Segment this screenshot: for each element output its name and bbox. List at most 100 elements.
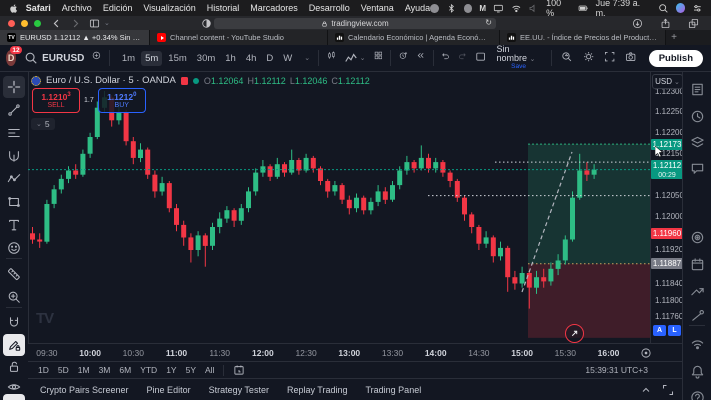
forward-button[interactable] bbox=[70, 18, 81, 29]
timeframe-5m[interactable]: 5m bbox=[141, 51, 162, 66]
browser-tab-2[interactable]: Channel content - YouTube Studio bbox=[150, 30, 328, 45]
go-to-realtime-icon[interactable] bbox=[640, 347, 652, 359]
timeframe-30m[interactable]: 30m bbox=[193, 51, 219, 66]
wifi-icon[interactable] bbox=[511, 3, 522, 14]
range-5d[interactable]: 5D bbox=[58, 365, 69, 375]
calendar-icon[interactable] bbox=[688, 255, 706, 273]
control-center-icon[interactable] bbox=[692, 3, 703, 14]
range-1y[interactable]: 1Y bbox=[166, 365, 176, 375]
fullscreen-icon[interactable] bbox=[604, 51, 615, 65]
layers-icon[interactable] bbox=[688, 133, 706, 151]
display-icon[interactable] bbox=[493, 3, 504, 14]
range-ytd[interactable]: YTD bbox=[140, 365, 157, 375]
browser-tab-1[interactable]: TVEURUSD 1.12112 ▲ +0.34% Sin nombre bbox=[0, 30, 150, 45]
footer-tab-pine-editor[interactable]: Pine Editor bbox=[147, 385, 191, 395]
buy-button[interactable]: 1.12120 BUY bbox=[98, 88, 146, 113]
timeframe-chevron-icon[interactable]: ⌄ bbox=[304, 54, 310, 62]
minimize-window-button[interactable] bbox=[21, 20, 28, 27]
symbol-title[interactable]: Euro / U.S. Dollar · 5 · OANDA bbox=[46, 75, 176, 86]
chart-pane[interactable]: Euro / U.S. Dollar · 5 · OANDA O1.12064H… bbox=[28, 72, 650, 343]
forecast-icon[interactable] bbox=[688, 306, 706, 324]
help-icon[interactable] bbox=[688, 388, 706, 400]
hotlists-icon[interactable] bbox=[688, 228, 706, 246]
range-3m[interactable]: 3M bbox=[99, 365, 111, 375]
app-status-icon-2[interactable] bbox=[464, 4, 473, 13]
menu-item-ayuda[interactable]: Ayuda bbox=[405, 3, 430, 13]
lock-all-tool[interactable] bbox=[3, 356, 25, 378]
time-axis[interactable]: 09:3010:0010:3011:0011:3012:0012:3013:00… bbox=[28, 343, 682, 362]
pattern-tool[interactable] bbox=[3, 168, 25, 190]
magnet-tool[interactable] bbox=[3, 312, 25, 334]
footer-tab-strategy-tester[interactable]: Strategy Tester bbox=[209, 385, 269, 395]
menu-item-marcadores[interactable]: Marcadores bbox=[250, 3, 298, 13]
price-badge-order[interactable]: 1.11960 bbox=[651, 228, 683, 239]
siri-icon[interactable] bbox=[676, 3, 686, 13]
apple-menu-icon[interactable] bbox=[8, 3, 19, 14]
layout-name-menu[interactable]: Sin nombre ⌄ Save bbox=[497, 45, 541, 71]
indicator-collapsed-row[interactable]: ⌄ 5 bbox=[31, 118, 55, 130]
range-1m[interactable]: 1M bbox=[78, 365, 90, 375]
range-6m[interactable]: 6M bbox=[119, 365, 131, 375]
alert-add-icon[interactable] bbox=[399, 51, 408, 65]
ruler-tool[interactable] bbox=[3, 263, 25, 285]
emoji-tool[interactable] bbox=[3, 237, 25, 259]
reload-icon[interactable]: ↻ bbox=[485, 18, 492, 27]
range-all[interactable]: All bbox=[205, 365, 214, 375]
save-layout-link[interactable]: Save bbox=[511, 64, 526, 71]
close-window-button[interactable] bbox=[8, 20, 15, 27]
sidebar-chevron-icon[interactable]: ⌄ bbox=[104, 19, 110, 27]
watchlist-icon[interactable] bbox=[688, 80, 706, 98]
footer-tab-trading-panel[interactable]: Trading Panel bbox=[366, 385, 422, 395]
menu-item-ventana[interactable]: Ventana bbox=[361, 3, 394, 13]
menu-item-historial[interactable]: Historial bbox=[207, 3, 240, 13]
tab-overview-icon[interactable] bbox=[688, 18, 699, 29]
layout-thumbnail-icon[interactable] bbox=[475, 51, 486, 65]
alerts-icon[interactable] bbox=[688, 107, 706, 125]
malwarebytes-icon[interactable]: M bbox=[479, 4, 486, 13]
timeframe-1m[interactable]: 1m bbox=[118, 51, 139, 66]
volume-icon[interactable] bbox=[528, 3, 539, 14]
address-bar[interactable]: tradingview.com ↻ bbox=[214, 18, 496, 29]
timeframe-W[interactable]: W bbox=[279, 51, 296, 66]
timeframe-D[interactable]: D bbox=[262, 51, 277, 66]
bluetooth-icon[interactable] bbox=[446, 3, 457, 14]
trend-line-tool[interactable] bbox=[3, 99, 25, 121]
timeframe-15m[interactable]: 15m bbox=[164, 51, 190, 66]
symbol-search-button[interactable]: EURUSD bbox=[24, 51, 84, 65]
compare-add-icon[interactable] bbox=[92, 51, 101, 65]
new-tab-button[interactable]: + bbox=[666, 30, 682, 45]
panel-collapse-chevron-icon[interactable] bbox=[640, 384, 652, 396]
ideas-icon[interactable] bbox=[688, 281, 706, 299]
menu-item-archivo[interactable]: Archivo bbox=[62, 3, 92, 13]
object-link-tool[interactable] bbox=[3, 394, 25, 400]
snapshot-camera-icon[interactable] bbox=[625, 51, 636, 65]
auto-scale-button[interactable]: A bbox=[653, 325, 666, 336]
panel-maximize-icon[interactable] bbox=[662, 384, 674, 396]
browser-tab-3[interactable]: Calendario Económico | Agenda Económica … bbox=[328, 30, 500, 45]
menu-item-visualización[interactable]: Visualización bbox=[143, 3, 195, 13]
redo-icon[interactable] bbox=[458, 51, 467, 65]
log-scale-button[interactable]: L bbox=[668, 325, 681, 336]
share-icon[interactable] bbox=[660, 18, 671, 29]
back-button[interactable] bbox=[51, 18, 62, 29]
privacy-shield-icon[interactable] bbox=[201, 18, 212, 29]
range-1d[interactable]: 1D bbox=[38, 365, 49, 375]
downloads-icon[interactable] bbox=[632, 18, 643, 29]
streams-icon[interactable] bbox=[688, 334, 706, 352]
publish-button[interactable]: Publish bbox=[649, 50, 703, 67]
price-badge-last-price[interactable]: 1.1211200:29 bbox=[651, 160, 683, 179]
replay-jump-icon[interactable] bbox=[565, 324, 584, 343]
app-status-icon[interactable] bbox=[430, 4, 439, 13]
spotlight-icon[interactable] bbox=[658, 3, 669, 14]
browser-tab-4[interactable]: EE.UU. - Índice de Precios del Productor… bbox=[500, 30, 666, 45]
price-badge-entry[interactable]: 1.11887 bbox=[651, 258, 683, 269]
zoom-window-button[interactable] bbox=[34, 20, 41, 27]
zoom-in-tool[interactable] bbox=[3, 286, 25, 308]
drawing-lock-tool[interactable] bbox=[3, 334, 25, 356]
notifications-icon[interactable] bbox=[688, 362, 706, 380]
timeframe-4h[interactable]: 4h bbox=[242, 51, 261, 66]
indicators-button[interactable]: ⌄ bbox=[344, 51, 366, 65]
timeframe-1h[interactable]: 1h bbox=[221, 51, 240, 66]
user-avatar[interactable]: D 12 bbox=[6, 50, 16, 66]
footer-tab-replay-trading[interactable]: Replay Trading bbox=[287, 385, 348, 395]
